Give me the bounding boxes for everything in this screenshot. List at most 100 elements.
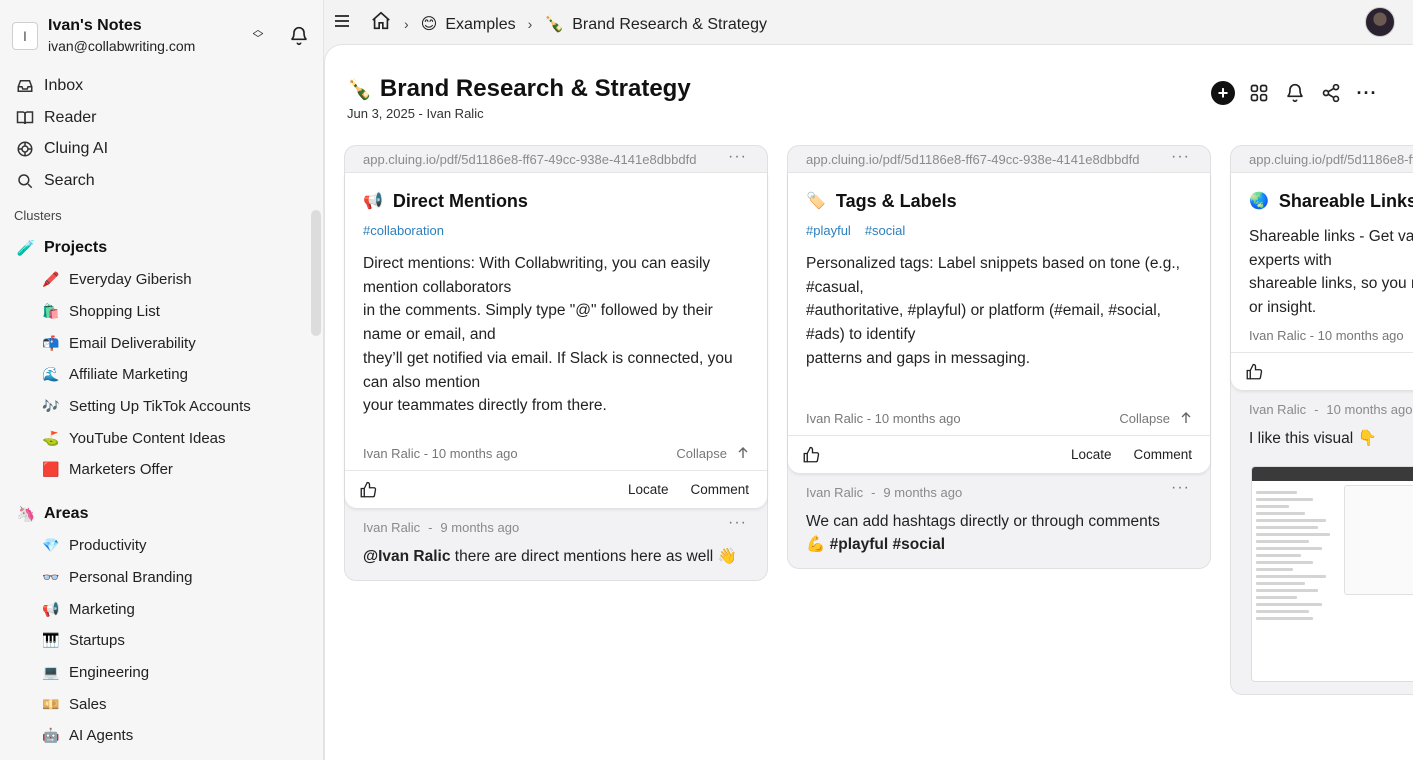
nav-item-cluing-ai[interactable]: Cluing AI <box>16 133 108 165</box>
more-options-icon[interactable]: ··· <box>1349 83 1385 104</box>
share-icon <box>1322 83 1340 103</box>
snippet-text: Direct mentions: With Collabwriting, you… <box>363 252 749 418</box>
cluster-item[interactable]: 📢 Marketing <box>16 593 306 625</box>
sidebar: I Ivan's Notes ivan@collabwriting.com ︿ ﹀… <box>0 0 324 760</box>
cluster-item[interactable]: 🎶 Setting Up TikTok Accounts <box>16 391 306 423</box>
locate-button[interactable]: Locate <box>628 482 669 497</box>
search-icon <box>18 174 33 189</box>
comment-author: Ivan Ralic <box>806 484 864 500</box>
ai-icon <box>17 141 33 157</box>
nav-item-inbox[interactable]: Inbox <box>16 70 108 102</box>
text-line: #ads) to identify <box>806 326 916 344</box>
breadcrumb-item[interactable]: 😊 Examples <box>421 14 516 34</box>
cluster-item[interactable]: 🎹 Startups <box>16 625 306 657</box>
text-line: mention collaborators <box>363 278 512 296</box>
snippet-title: 📢 Direct Mentions <box>363 189 749 213</box>
collapse-label: Collapse <box>676 445 727 461</box>
attached-screenshot[interactable] <box>1251 465 1413 682</box>
comment-button[interactable]: Comment <box>1133 447 1192 462</box>
nav-item-label: Search <box>44 171 95 189</box>
nav-item-search[interactable]: Search <box>16 165 108 197</box>
thumbs-up-icon[interactable] <box>802 446 820 469</box>
locate-button[interactable]: Locate <box>1071 447 1112 462</box>
book-icon <box>16 110 34 124</box>
nav-item-reader[interactable]: Reader <box>16 102 108 134</box>
comment-button[interactable]: Comment <box>690 482 749 497</box>
cluster-item[interactable]: 🖍️ Everyday Giberish <box>16 264 306 296</box>
user-avatar[interactable] <box>1365 7 1395 37</box>
comment-text: I like this visual 👇 <box>1249 429 1377 447</box>
cluster-group-areas[interactable]: 🦄 Areas <box>16 498 306 530</box>
tag[interactable]: #social <box>865 223 905 238</box>
cluster-item[interactable]: 🤖 AI Agents <box>16 720 306 752</box>
banknote-icon: 💴 <box>42 695 60 712</box>
text-line: shareable links, so you r <box>1249 275 1413 293</box>
thumbs-up-icon[interactable] <box>359 481 377 504</box>
cluster-item-label: Marketing <box>69 600 135 618</box>
cluster-item[interactable]: 💻 Engineering <box>16 657 306 689</box>
cluster-item-label: Personal Branding <box>69 568 193 586</box>
chevron-right-icon: › <box>527 15 533 32</box>
top-bar: › 😊 Examples › 🍾 Brand Research & Strategy <box>324 0 1413 44</box>
text-line: in the comments. Simply type "@" followe… <box>363 302 713 320</box>
mention[interactable]: @Ivan Ralic <box>363 548 450 565</box>
cluster-item[interactable]: 🟥 Marketers Offer <box>16 454 306 486</box>
more-options-icon[interactable]: ··· <box>1171 148 1190 166</box>
collapse-button[interactable]: Collapse <box>1119 411 1192 426</box>
source-url[interactable]: app.cluing.io/pdf/5d1186e8-ff67-49cc-938… <box>345 146 767 172</box>
globe-icon: 🌏 <box>1249 193 1269 210</box>
menu-icon[interactable] <box>334 14 350 33</box>
snippet-title: 🏷️ Tags & Labels <box>806 189 1192 213</box>
text-line: Shareable links - Get val <box>1249 228 1413 245</box>
grid-view-button[interactable] <box>1241 83 1277 103</box>
smiling-face-icon: 😊 <box>420 15 438 33</box>
clusters-label: Clusters <box>14 208 62 223</box>
more-options-icon[interactable]: ··· <box>728 148 747 166</box>
cluster-item-label: Startups <box>69 632 125 650</box>
collapse-button[interactable]: Collapse <box>676 446 749 461</box>
cluster-group-label: Areas <box>44 504 89 522</box>
cluster-item[interactable]: 💴 Sales <box>16 688 306 720</box>
snippet-author: Ivan Ralic - 10 months ago <box>363 445 518 461</box>
add-button[interactable]: + <box>1205 81 1241 105</box>
comment-author: Ivan Ralic <box>363 519 421 535</box>
more-options-icon[interactable]: ··· <box>1171 479 1190 497</box>
tag[interactable]: #collaboration <box>363 223 444 238</box>
cluster-item-label: Engineering <box>69 663 150 681</box>
workspace-switcher[interactable]: I Ivan's Notes ivan@collabwriting.com <box>12 16 195 55</box>
tag[interactable]: #playful <box>806 223 851 238</box>
cluster-item-label: AI Agents <box>69 727 134 745</box>
workspace-avatar: I <box>12 21 38 50</box>
cluster-item[interactable]: 🛍️ Shopping List <box>16 296 306 328</box>
page-actions: + ··· <box>1205 81 1385 105</box>
snippet-author: Ivan Ralic - 10 months ago <box>1249 327 1404 343</box>
breadcrumb: › 😊 Examples › 🍾 Brand Research & Strategy <box>370 10 767 37</box>
share-button[interactable] <box>1313 83 1349 103</box>
comment: Ivan Ralic -9 months ago ··· @Ivan Ralic … <box>363 513 747 565</box>
cluster-item[interactable]: ⛳ YouTube Content Ideas <box>16 422 306 454</box>
comment-time: 9 months ago <box>883 484 963 500</box>
snippet-card: app.cluing.io/pdf/5d1186e8-ff67-49cc-938… <box>1230 145 1413 695</box>
snippet-card: app.cluing.io/pdf/5d1186e8-ff67-49cc-938… <box>787 145 1211 569</box>
test-tube-icon: 🧪 <box>16 240 36 257</box>
thumbs-up-icon[interactable] <box>1245 363 1263 386</box>
home-icon[interactable] <box>370 10 392 37</box>
breadcrumb-item[interactable]: 🍾 Brand Research & Strategy <box>544 14 767 34</box>
glasses-icon: 👓 <box>42 568 60 585</box>
unicorn-icon: 🦄 <box>16 505 36 523</box>
sidebar-scrollbar[interactable] <box>311 210 321 336</box>
source-url[interactable]: app.cluing.io/pdf/5d1186e8-ff67-49cc-938… <box>788 146 1210 172</box>
comment-hashtags[interactable]: #playful #social <box>830 536 945 553</box>
chevron-up-down-icon[interactable]: ︿ ﹀ <box>250 25 266 46</box>
cluster-group-projects[interactable]: 🧪 Projects <box>16 232 306 264</box>
cluster-item[interactable]: 👓 Personal Branding <box>16 562 306 594</box>
cluster-item[interactable]: 🌊 Affiliate Marketing <box>16 359 306 391</box>
cluster-item[interactable]: 💎 Productivity <box>16 530 306 562</box>
more-options-icon[interactable]: ··· <box>728 514 747 532</box>
tag-list: #playful #social <box>806 223 1192 241</box>
subscribe-button[interactable] <box>1277 83 1313 103</box>
notifications-bell-icon[interactable] <box>289 26 309 51</box>
snippet-card: app.cluing.io/pdf/5d1186e8-ff67-49cc-938… <box>344 145 768 581</box>
source-url[interactable]: app.cluing.io/pdf/5d1186e8-ff67-49cc-938… <box>1231 146 1413 172</box>
cluster-item[interactable]: 📬 Email Deliverability <box>16 327 306 359</box>
